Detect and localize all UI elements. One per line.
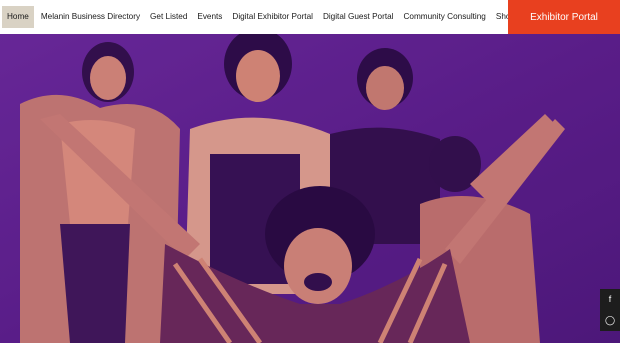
nav-item-community-consulting[interactable]: Community Consulting <box>399 6 491 28</box>
nav-item-home[interactable]: Home <box>2 6 34 28</box>
hero-photo-illustration <box>0 34 620 343</box>
nav-item-events[interactable]: Events <box>192 6 227 28</box>
facebook-icon[interactable]: f <box>609 295 612 304</box>
nav-links: Home Melanin Business Directory Get List… <box>0 0 520 34</box>
nav-item-digital-exhibitor-portal[interactable]: Digital Exhibitor Portal <box>227 6 318 28</box>
exhibitor-portal-button[interactable]: Exhibitor Portal <box>508 0 620 34</box>
nav-item-get-listed[interactable]: Get Listed <box>145 6 192 28</box>
instagram-icon[interactable]: ◯ <box>605 316 615 325</box>
nav-item-digital-guest-portal[interactable]: Digital Guest Portal <box>318 6 399 28</box>
social-bar: f ◯ <box>600 289 620 331</box>
nav-item-melanin-business-directory[interactable]: Melanin Business Directory <box>36 6 145 28</box>
top-navigation: Home Melanin Business Directory Get List… <box>0 0 620 34</box>
hero-image <box>0 34 620 343</box>
